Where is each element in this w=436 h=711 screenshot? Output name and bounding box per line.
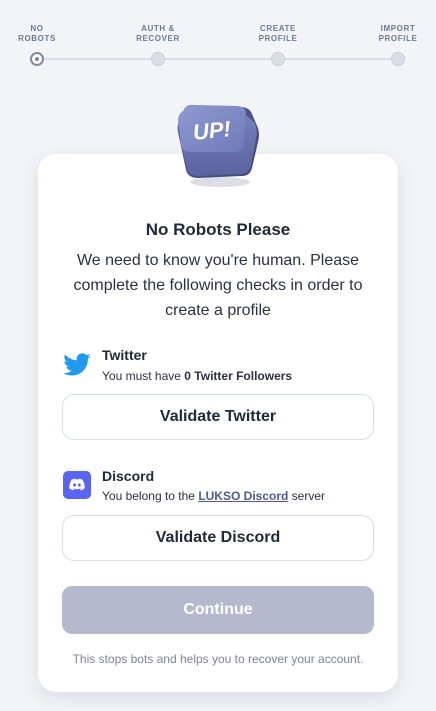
step-dot-import-profile bbox=[391, 52, 405, 66]
twitter-requirement: You must have 0 Twitter Followers bbox=[102, 369, 292, 383]
step-label-line: ROBOTS bbox=[18, 34, 56, 43]
step-label-auth-recover: AUTH & RECOVER bbox=[118, 24, 198, 44]
validate-discord-button[interactable]: Validate Discord bbox=[62, 515, 374, 561]
twitter-req-prefix: You must have bbox=[102, 369, 185, 383]
step-label-line: CREATE bbox=[260, 24, 296, 33]
discord-requirement: You belong to the LUKSO Discord server bbox=[102, 489, 325, 503]
step-dot-create-profile bbox=[271, 52, 285, 66]
progress-stepper: NO ROBOTS AUTH & RECOVER CREATE PROFILE … bbox=[0, 0, 436, 80]
stepper-track bbox=[37, 58, 399, 60]
step-label-no-robots: NO ROBOTS bbox=[0, 24, 77, 44]
validate-twitter-button[interactable]: Validate Twitter bbox=[62, 394, 374, 440]
cube-icon: UP! bbox=[177, 104, 259, 187]
step-label-line: AUTH & bbox=[141, 24, 175, 33]
discord-req-suffix: server bbox=[288, 489, 326, 503]
footnote-text: This stops bots and helps you to recover… bbox=[72, 652, 364, 666]
discord-check-title: Discord bbox=[102, 468, 155, 484]
discord-icon bbox=[62, 470, 92, 500]
lukso-discord-link[interactable]: LUKSO Discord bbox=[198, 489, 288, 503]
card-description: We need to know you're human. Please com… bbox=[73, 252, 363, 319]
no-robots-card: No Robots Please We need to know you're … bbox=[38, 154, 398, 692]
step-label-line: PROFILE bbox=[258, 34, 298, 43]
up-logo-cube: UP! bbox=[172, 102, 262, 188]
step-dot-no-robots bbox=[30, 52, 44, 66]
step-label-line: NO bbox=[30, 24, 44, 33]
step-label-line: IMPORT bbox=[380, 24, 416, 33]
card-title: No Robots Please bbox=[145, 220, 291, 239]
twitter-req-suffix: Twitter Followers bbox=[190, 369, 293, 383]
continue-button[interactable]: Continue bbox=[62, 586, 374, 634]
step-dot-auth-recover bbox=[151, 52, 165, 66]
step-label-create-profile: CREATE PROFILE bbox=[238, 24, 318, 44]
logo-text: UP! bbox=[192, 116, 232, 145]
twitter-check-title: Twitter bbox=[102, 347, 147, 363]
step-label-line: RECOVER bbox=[136, 34, 180, 43]
step-label-line: PROFILE bbox=[378, 34, 418, 43]
twitter-follower-count: 0 bbox=[184, 369, 191, 383]
twitter-bird-icon bbox=[62, 350, 92, 380]
discord-req-prefix: You belong to the bbox=[102, 489, 199, 503]
step-label-import-profile: IMPORT PROFILE bbox=[358, 24, 436, 44]
